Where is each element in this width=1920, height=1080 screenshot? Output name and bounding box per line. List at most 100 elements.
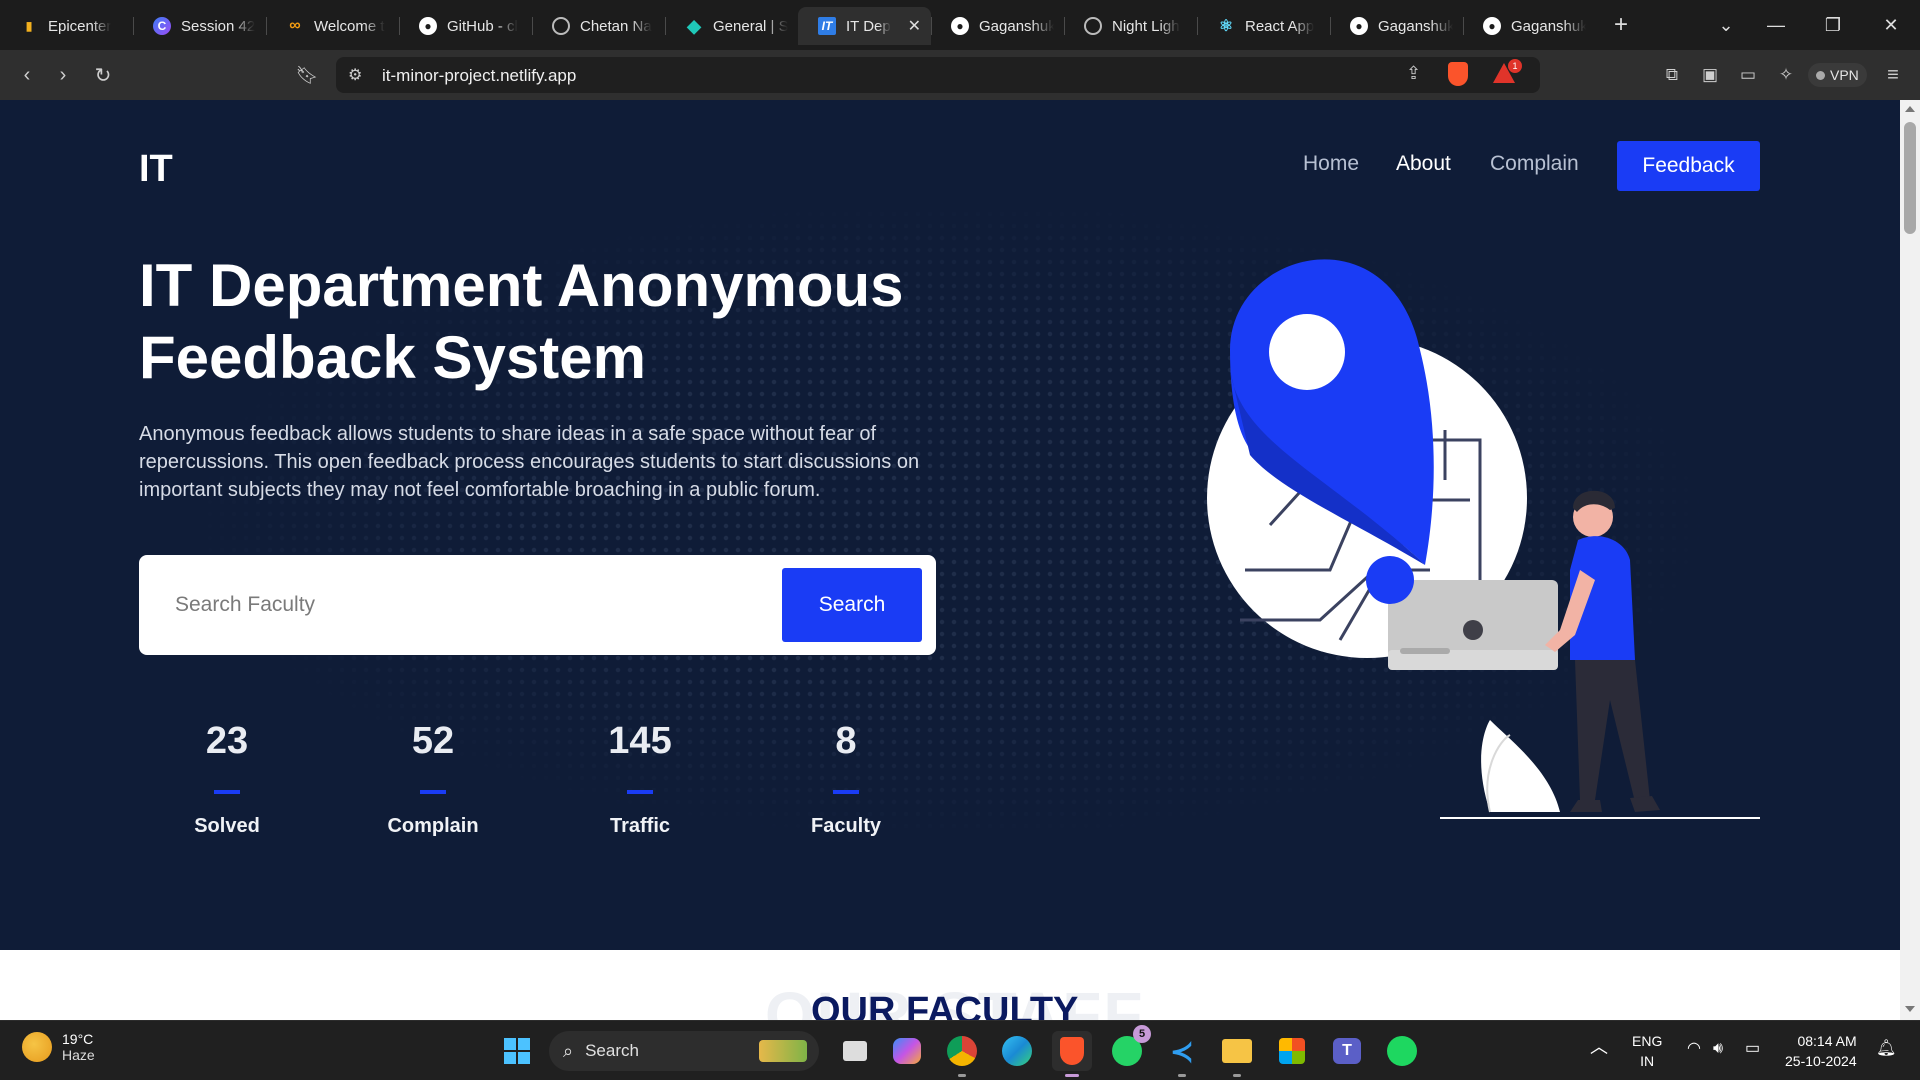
back-icon[interactable]: ‹ <box>12 60 42 90</box>
github-icon: ● <box>951 17 969 35</box>
laptop-logo <box>1463 620 1483 640</box>
browser-tab[interactable]: ▮ Epicenter <box>0 7 133 45</box>
show-hidden-icons-chevron-icon[interactable]: ︿ <box>1590 1037 1608 1057</box>
running-indicator <box>1178 1074 1186 1077</box>
language-indicator[interactable]: ENG IN <box>1632 1031 1662 1071</box>
nav-about[interactable]: About <box>1396 152 1451 176</box>
menu-icon[interactable]: ≡ <box>1878 60 1908 90</box>
whatsapp-icon[interactable]: 5 <box>1107 1025 1151 1071</box>
tab-title: Chetan Na <box>580 17 652 35</box>
url-text[interactable]: it-minor-project.netlify.app <box>382 66 576 86</box>
weather-icon <box>22 1032 52 1062</box>
stat-divider <box>833 790 859 794</box>
chrome-icon[interactable] <box>942 1031 982 1077</box>
close-window-icon[interactable]: ✕ <box>1868 0 1914 50</box>
start-icon[interactable] <box>497 1031 537 1071</box>
scroll-up-arrow-icon[interactable] <box>1905 106 1915 112</box>
battery-icon[interactable]: ▭ <box>1745 1039 1760 1059</box>
restore-icon[interactable]: ❐ <box>1810 0 1856 50</box>
infinity-icon: ∞ <box>289 17 301 34</box>
stat-label: Traffic <box>609 815 671 837</box>
stat-divider <box>214 790 240 794</box>
taskbar-search[interactable]: ⌕ Search <box>549 1031 819 1071</box>
minimize-icon[interactable]: — <box>1753 0 1799 50</box>
tab-search-chevron-icon[interactable]: ⌄ <box>1703 0 1749 50</box>
language-code: ENG <box>1632 1033 1663 1049</box>
reload-icon[interactable]: ↻ <box>88 60 118 90</box>
plant-leaf <box>1481 720 1560 812</box>
scrollbar-thumb[interactable] <box>1904 122 1916 234</box>
task-view-icon[interactable] <box>835 1031 875 1071</box>
search-icon: ⌕ <box>563 1040 574 1061</box>
browser-tab-active[interactable]: IT IT Dep ✕ <box>798 7 931 45</box>
browser-tab[interactable]: ● Gaganshuk <box>1330 7 1463 45</box>
wifi-icon[interactable]: ◠ <box>1687 1039 1701 1059</box>
address-toolbar: ‹ › ↻ 🔖︎ ⚙ it-minor-project.netlify.app … <box>0 50 1920 100</box>
bookmark-icon[interactable]: 🔖︎ <box>292 60 322 90</box>
browser-tab[interactable]: ● Gaganshuk <box>1463 7 1596 45</box>
search-faculty-input[interactable] <box>175 583 735 627</box>
browser-tab[interactable]: Night Ligh <box>1064 7 1197 45</box>
copilot-icon[interactable] <box>887 1031 927 1071</box>
volume-icon[interactable]: 🔊︎ <box>1713 1039 1723 1059</box>
weather-widget[interactable]: 19°C Haze <box>22 1031 95 1063</box>
search-highlight-icon <box>759 1040 807 1062</box>
browser-tab[interactable]: C Session 42 <box>133 7 266 45</box>
browser-tab[interactable]: ● Gaganshuk <box>931 7 1064 45</box>
search-button[interactable]: Search <box>782 568 922 642</box>
microsoft-store-icon[interactable] <box>1272 1031 1312 1071</box>
share-icon[interactable]: ⇪ <box>1406 63 1421 84</box>
page-scrollbar[interactable] <box>1900 100 1920 1020</box>
tab-title: Gaganshuk <box>979 17 1054 35</box>
hero-section: IT Home About Complain Feedback IT Depar… <box>0 100 1900 950</box>
browser-tab[interactable]: ◆ General | S <box>665 7 798 45</box>
tab-title: GitHub - cl <box>447 17 518 35</box>
web-page: IT Home About Complain Feedback IT Depar… <box>0 100 1900 1020</box>
brave-shields-icon[interactable] <box>1448 62 1468 86</box>
site-logo[interactable]: IT <box>139 148 173 191</box>
site-settings-icon[interactable]: ⚙ <box>348 65 362 85</box>
clock-time: 08:14 AM <box>1797 1033 1857 1049</box>
scroll-down-arrow-icon[interactable] <box>1905 1006 1915 1012</box>
spotify-icon[interactable] <box>1382 1031 1422 1071</box>
github-icon: ● <box>419 17 437 35</box>
stat-value: 52 <box>411 720 455 762</box>
windows-taskbar: 19°C Haze ⌕ Search 5 ≺ T ︿ ENG IN ◠ 🔊︎ ▭… <box>0 1020 1920 1080</box>
stat-value: 23 <box>205 720 249 762</box>
new-tab-button[interactable]: + <box>1606 10 1636 40</box>
feedback-button[interactable]: Feedback <box>1617 141 1760 191</box>
globe-icon <box>552 17 570 35</box>
section-title: OUR FACULTY <box>811 990 1079 1020</box>
browser-tab[interactable]: ∞ Welcome t <box>266 7 399 45</box>
address-bar[interactable]: ⚙ it-minor-project.netlify.app ⇪ 1 <box>336 57 1540 93</box>
teams-icon[interactable]: T <box>1327 1031 1367 1071</box>
vpn-button[interactable]: VPN <box>1808 63 1867 87</box>
brave-icon[interactable] <box>1052 1031 1092 1077</box>
extensions-icon[interactable]: ⧉ <box>1657 60 1687 90</box>
forward-icon[interactable]: › <box>48 60 78 90</box>
notifications-bell-icon[interactable]: 🔔︎ <box>1876 1039 1896 1059</box>
stat-divider <box>627 790 653 794</box>
leo-ai-icon[interactable]: ✧ <box>1771 60 1801 90</box>
sidebar-icon[interactable]: ▣ <box>1695 60 1725 90</box>
tab-title: React App <box>1245 17 1315 35</box>
page-title: IT Department Anonymous Feedback System <box>139 252 904 391</box>
hero-illustration <box>1207 259 1760 819</box>
stat-value: 145 <box>608 720 672 762</box>
nav-home[interactable]: Home <box>1303 152 1359 176</box>
stat-divider <box>420 790 446 794</box>
browser-tab[interactable]: ⚛ React App <box>1197 7 1330 45</box>
file-explorer-icon[interactable] <box>1217 1031 1257 1077</box>
wallet-icon[interactable]: ▭ <box>1733 60 1763 90</box>
browser-tab[interactable]: ● GitHub - cl <box>399 7 532 45</box>
clock[interactable]: 08:14 AM 25-10-2024 <box>1785 1031 1857 1071</box>
browser-tab[interactable]: Chetan Na <box>532 7 665 45</box>
session-icon: C <box>153 17 171 35</box>
faculty-search-box: Search <box>139 555 936 655</box>
vscode-icon[interactable]: ≺ <box>1162 1031 1202 1077</box>
edge-icon[interactable] <box>997 1031 1037 1071</box>
close-tab-icon[interactable]: ✕ <box>908 16 921 36</box>
pin-dot <box>1366 556 1414 604</box>
stat-label: Solved <box>194 815 260 837</box>
nav-complain[interactable]: Complain <box>1490 152 1579 176</box>
